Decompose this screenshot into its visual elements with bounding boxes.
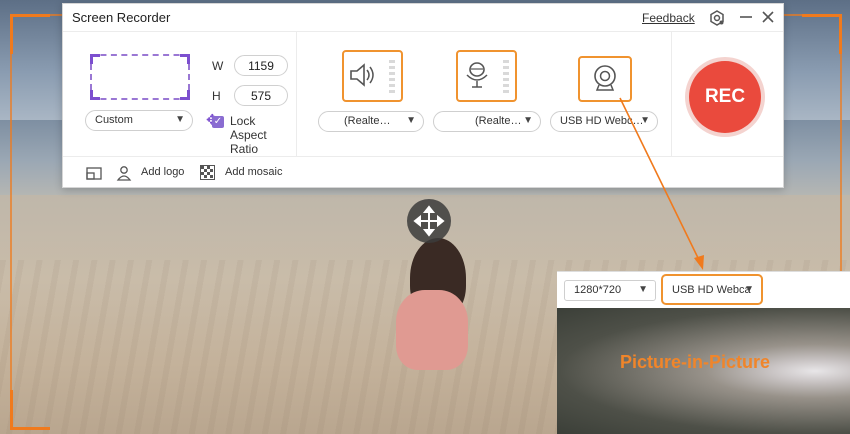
chevron-down-icon: ▼ bbox=[638, 284, 648, 295]
pip-resolution-select[interactable]: 1280*720 ▼ bbox=[564, 280, 656, 301]
pip-caption: Picture-in-Picture bbox=[620, 352, 771, 372]
pip-camera-value: USB HD Webca bbox=[672, 284, 751, 296]
pip-resolution-value: 1280*720 bbox=[574, 284, 622, 296]
chevron-down-icon: ▼ bbox=[744, 284, 754, 295]
pip-toolbar: 1280*720 ▼ USB HD Webca ▼ bbox=[557, 271, 850, 308]
pip-camera-select[interactable]: USB HD Webca ▼ bbox=[661, 274, 763, 305]
